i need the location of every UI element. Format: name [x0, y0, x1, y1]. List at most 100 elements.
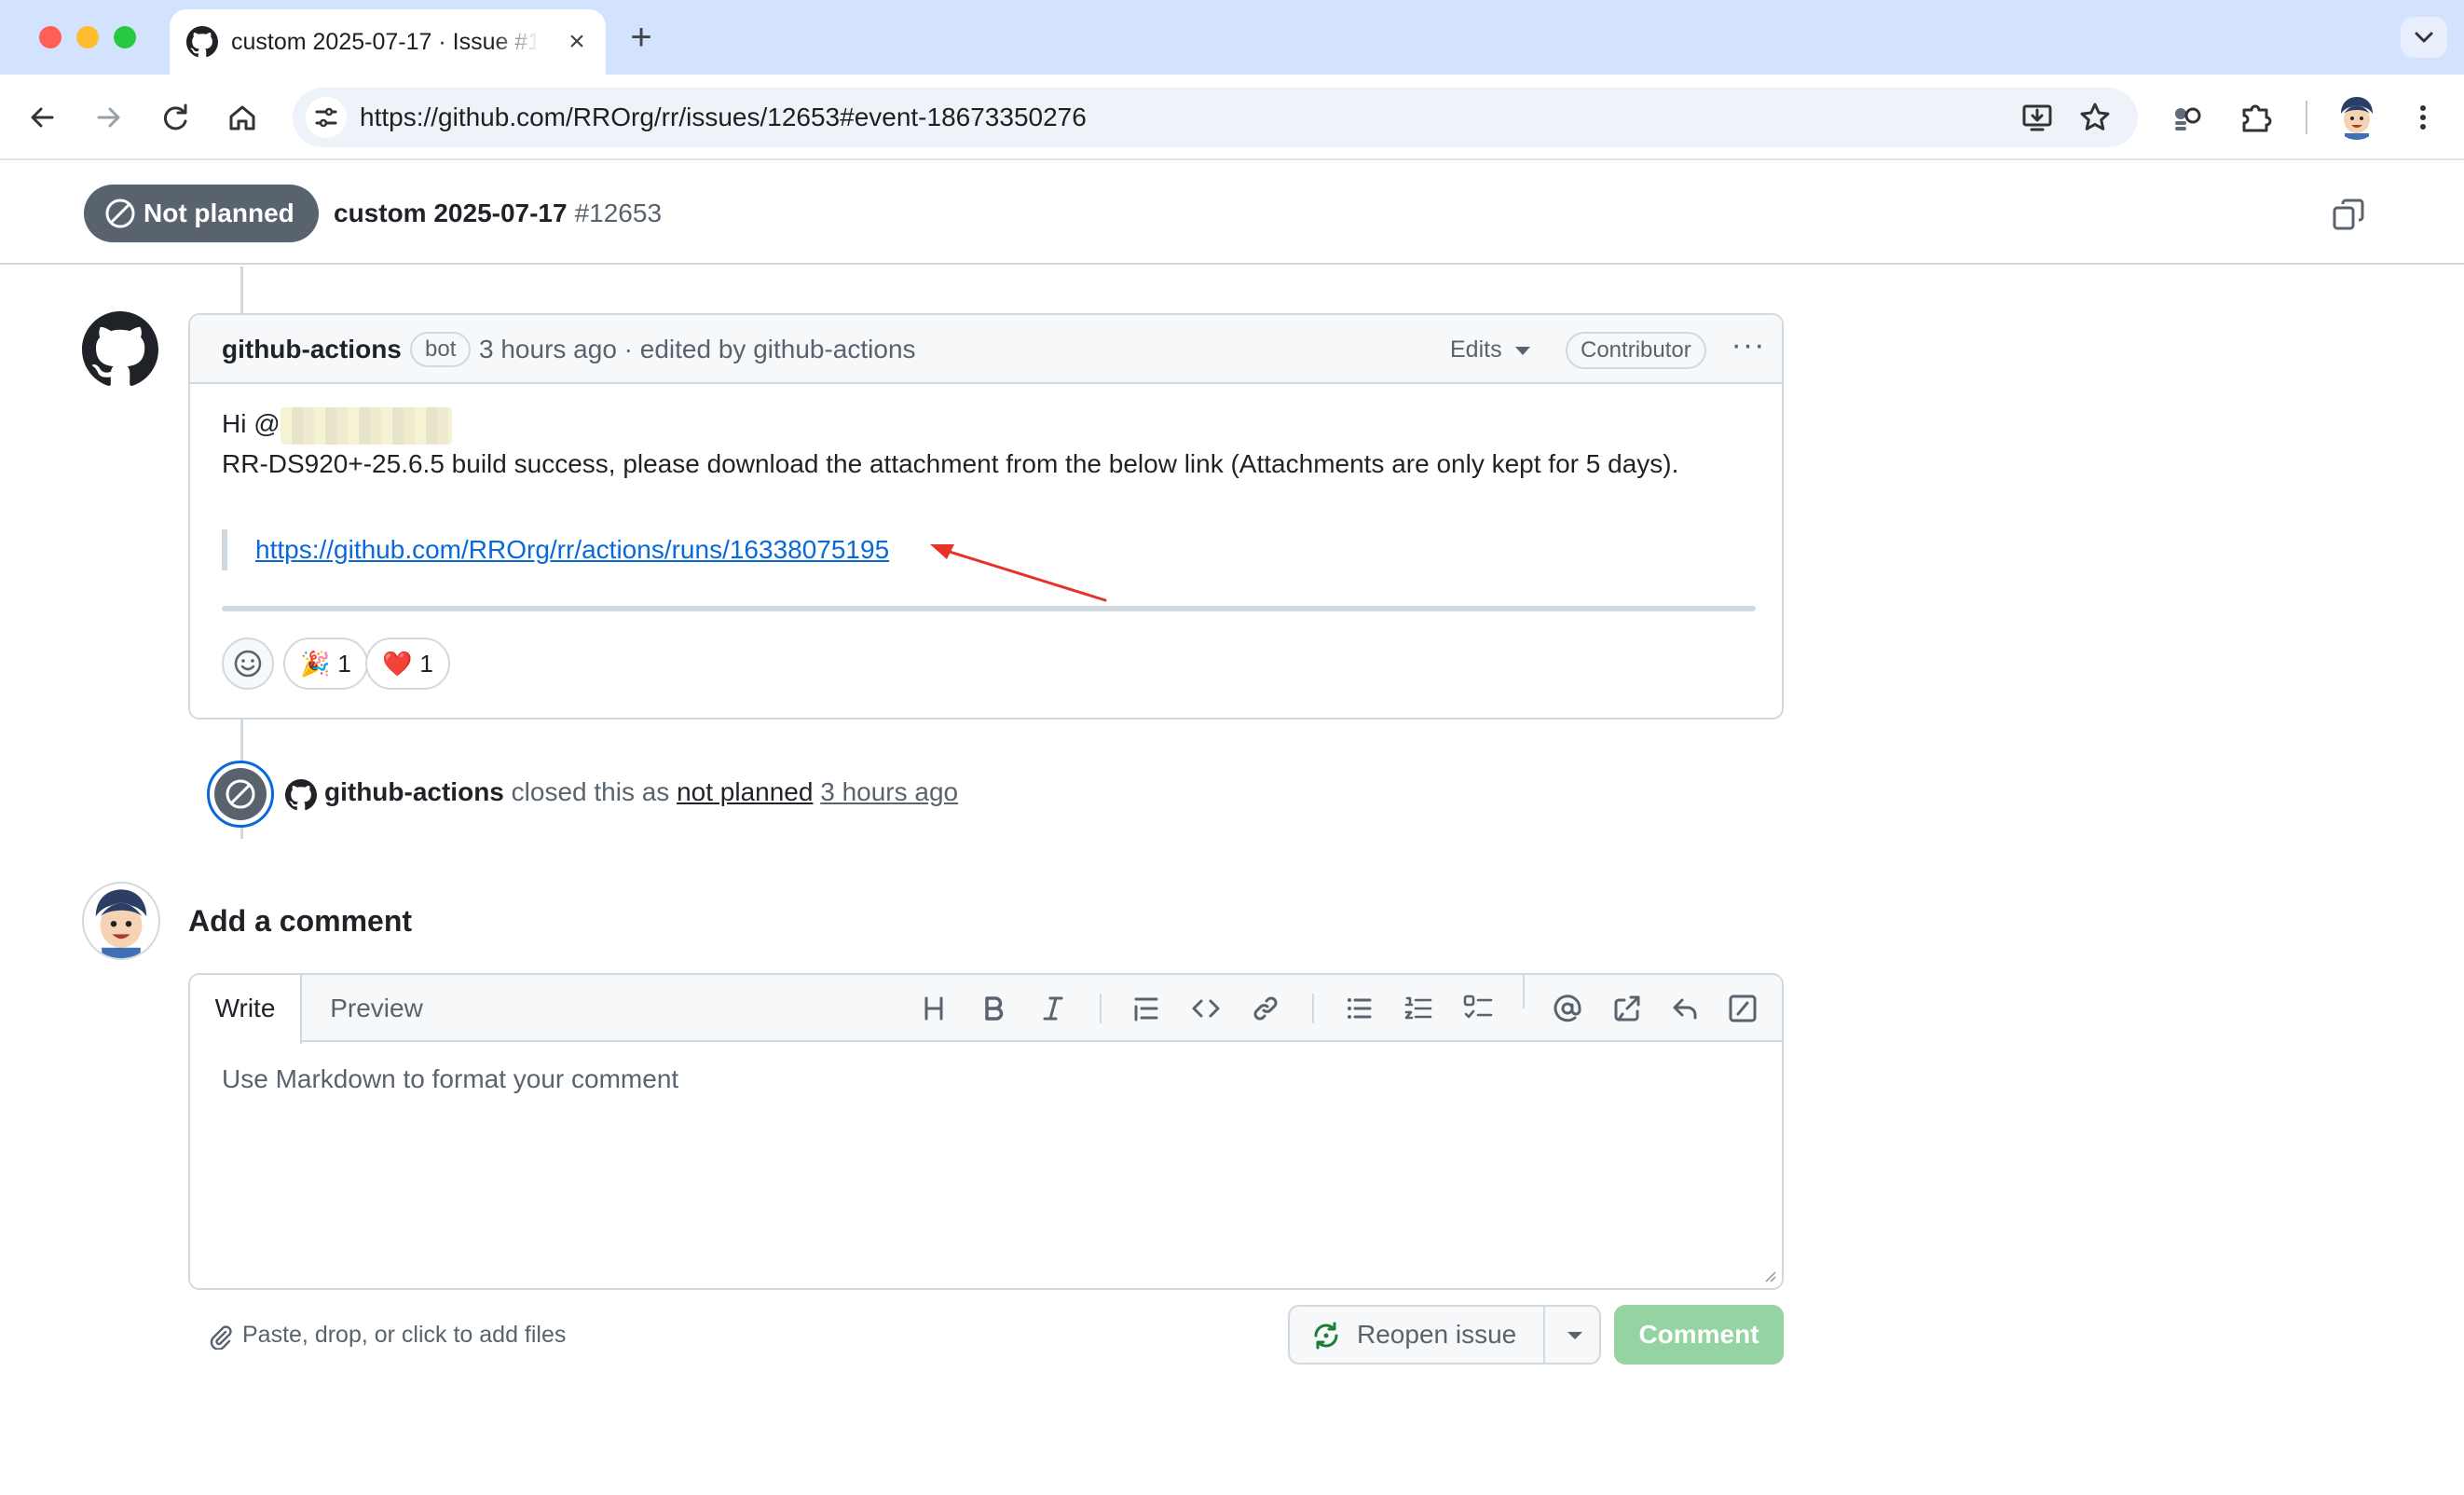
reaction-hooray[interactable]: 🎉 1 [283, 638, 368, 690]
issue-number: #12653 [574, 199, 663, 227]
bookmark-star-icon[interactable] [2076, 99, 2114, 136]
copy-icon[interactable] [2332, 198, 2365, 231]
reaction-heart[interactable]: ❤️ 1 [365, 638, 450, 690]
cross-reference-icon[interactable] [1608, 990, 1646, 1027]
issue-state-label: Not planned [144, 199, 294, 227]
issue-comment: github-actions bot 3 hours ago · edited … [188, 313, 1784, 720]
event-reason-link[interactable]: not planned [677, 777, 813, 806]
chevron-down-icon [2415, 32, 2433, 43]
toolbar-divider [1312, 994, 1314, 1023]
task-list-icon[interactable] [1459, 990, 1497, 1027]
browser-menu-icon[interactable] [2402, 97, 2443, 138]
tab-title: custom 2025-07-17 · Issue #12653 · RROrg… [231, 29, 539, 55]
cartoon-face-icon [84, 884, 158, 958]
attach-files-hint: Paste, drop, or click to add files [242, 1322, 567, 1348]
slash-command-icon[interactable] [1724, 990, 1761, 1027]
bot-label: bot [410, 332, 472, 367]
browser-tab-active[interactable]: custom 2025-07-17 · Issue #12653 · RROrg… [170, 9, 606, 75]
comment-divider [222, 606, 1756, 611]
actions-run-link[interactable]: https://github.com/RROrg/rr/actions/runs… [255, 529, 889, 570]
contributor-label: Contributor [1566, 332, 1706, 369]
issue-reopened-icon [1314, 1322, 1338, 1350]
closed-event-text: github-actions closed this as not planne… [324, 761, 958, 824]
comment-submit-button[interactable]: Comment [1614, 1305, 1784, 1365]
unordered-list-icon[interactable] [1340, 990, 1377, 1027]
link-icon[interactable] [1247, 990, 1284, 1027]
add-comment-heading: Add a comment [188, 904, 413, 938]
toolbar-divider [1523, 975, 1525, 1008]
toolbar-divider [1100, 994, 1102, 1023]
bold-icon[interactable] [975, 990, 1012, 1027]
event-time-link[interactable]: 3 hours ago [820, 777, 958, 806]
tab-write[interactable]: Write [190, 975, 302, 1044]
github-actions-avatar-icon[interactable] [82, 311, 158, 388]
comment-header: github-actions bot 3 hours ago · edited … [190, 315, 1782, 384]
profile-avatar[interactable] [2334, 93, 2380, 140]
extension-tracker-icon[interactable] [2166, 97, 2207, 138]
redacted-mention [280, 406, 452, 445]
reopen-issue-button[interactable]: Reopen issue [1290, 1307, 1543, 1363]
tab-preview[interactable]: Preview [302, 975, 451, 1042]
resize-handle-icon[interactable] [1761, 1268, 1776, 1282]
comment-body: Hi @ RR-DS920+-25.6.5 build success, ple… [222, 405, 1759, 484]
edits-label: Edits [1450, 336, 1502, 363]
window-minimize-button[interactable] [76, 26, 99, 48]
heart-icon: ❤️ [382, 651, 413, 679]
quote-icon[interactable] [1128, 990, 1165, 1027]
tune-icon [315, 107, 337, 128]
comment-options-kebab-icon[interactable]: ··· [1730, 329, 1767, 363]
party-popper-icon: 🎉 [300, 651, 331, 679]
extensions-puzzle-icon[interactable] [2235, 97, 2276, 138]
reaction-count: 1 [419, 650, 433, 678]
greeting-text: Hi @ [222, 409, 281, 438]
install-app-icon[interactable] [2019, 99, 2056, 136]
window-zoom-button[interactable] [114, 26, 136, 48]
paperclip-icon [210, 1325, 232, 1350]
event-description: closed this as [511, 777, 670, 806]
heading-icon[interactable] [915, 990, 952, 1027]
closed-event-badge [207, 761, 274, 828]
issue-title: custom 2025-07-17 #12653 [334, 185, 662, 242]
skip-circle-icon [226, 779, 255, 809]
reopen-issue-split-button: Reopen issue [1288, 1305, 1601, 1365]
code-icon[interactable] [1187, 990, 1225, 1027]
caret-down-icon [1514, 346, 1530, 355]
new-tab-plus-icon[interactable]: + [623, 17, 660, 58]
forward-arrow-icon[interactable] [88, 97, 129, 138]
reopen-options-caret-icon[interactable] [1543, 1307, 1599, 1363]
mention-icon[interactable] [1549, 990, 1586, 1027]
timeline-connector [240, 267, 243, 313]
browser-tab-strip: custom 2025-07-17 · Issue #12653 · RROrg… [0, 0, 2464, 75]
url-text: https://github.com/RROrg/rr/issues/12653… [360, 103, 1087, 131]
comment-body-line: RR-DS920+-25.6.5 build success, please d… [222, 448, 1679, 478]
edits-dropdown[interactable]: Edits [1450, 315, 1530, 384]
smiley-icon [234, 650, 262, 678]
current-user-avatar[interactable] [82, 882, 160, 960]
comment-editor: Write Preview [188, 973, 1784, 1290]
comment-meta[interactable]: 3 hours ago · edited by github-actions [479, 315, 916, 384]
comment-textarea[interactable] [190, 1044, 1782, 1288]
issue-state-badge: Not planned [84, 185, 319, 242]
closed-event-badge-fill [214, 768, 267, 820]
reaction-count: 1 [337, 650, 351, 678]
annotation-arrow-icon [930, 544, 1107, 602]
ordered-list-icon[interactable] [1400, 990, 1437, 1027]
reload-icon[interactable] [155, 97, 196, 138]
event-actor-link[interactable]: github-actions [324, 777, 504, 806]
editor-toolbar: Write Preview [190, 975, 1782, 1044]
tab-close-icon[interactable]: × [565, 28, 589, 56]
tab-search-button[interactable] [2401, 17, 2447, 58]
back-arrow-icon[interactable] [22, 97, 63, 138]
saved-reply-icon[interactable] [1666, 990, 1704, 1027]
window-close-button[interactable] [39, 26, 62, 48]
add-reaction-button[interactable] [222, 638, 274, 690]
address-bar[interactable]: https://github.com/RROrg/rr/issues/12653… [293, 88, 2138, 147]
site-info-button[interactable] [306, 97, 347, 138]
italic-icon[interactable] [1034, 990, 1072, 1027]
home-icon[interactable] [222, 97, 263, 138]
issue-sticky-header: Not planned custom 2025-07-17 #12653 [0, 160, 2464, 265]
comment-author-link[interactable]: github-actions [222, 315, 402, 384]
issue-title-text: custom 2025-07-17 [334, 199, 568, 227]
github-mark-icon[interactable] [285, 779, 317, 811]
toolbar-divider [2306, 101, 2307, 134]
